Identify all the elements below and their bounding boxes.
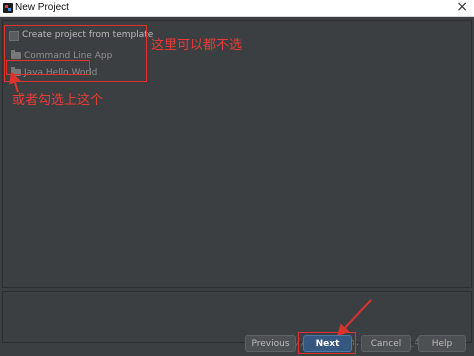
- help-button[interactable]: Help: [418, 335, 466, 352]
- annotation-note-1: 这里可以都不选: [151, 38, 243, 53]
- previous-button[interactable]: Previous: [245, 335, 296, 352]
- close-icon[interactable]: ×: [456, 0, 468, 15]
- title-bar: New Project ×: [0, 0, 474, 17]
- annotation-box-next: [298, 332, 356, 354]
- window-title: New Project: [15, 2, 69, 13]
- annotation-note-2: 或者勾选上这个: [12, 93, 104, 108]
- cancel-button[interactable]: Cancel: [361, 335, 411, 352]
- annotation-box-java-hello-world: [6, 60, 90, 75]
- app-icon: [3, 3, 13, 13]
